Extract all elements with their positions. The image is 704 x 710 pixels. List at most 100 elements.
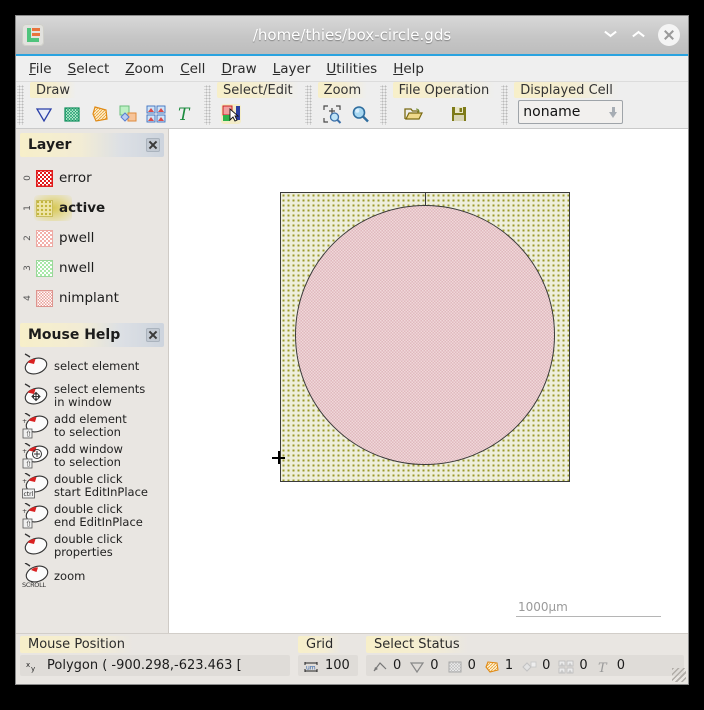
layer-panel-title: Layer	[28, 137, 72, 153]
menu-bar: File Select Zoom Cell Draw Layer Utiliti…	[16, 56, 688, 82]
toolbar-zoom-label: Zoom	[317, 82, 368, 98]
layer-row-nwell[interactable]: 3 nwell	[16, 253, 168, 283]
svg-text:T: T	[178, 105, 191, 124]
mouse-position-value: Polygon ( -900.298,-623.463 [	[47, 658, 242, 673]
svg-text:ctrl: ctrl	[24, 491, 34, 498]
circle-shape[interactable]	[295, 205, 555, 465]
menu-utilities[interactable]: Utilities	[319, 58, 384, 80]
array-count: 0	[579, 658, 588, 673]
draw-text-icon[interactable]: T	[174, 104, 194, 125]
window-controls	[602, 24, 680, 46]
mouse-shift-left-click-icon: + ⇧	[22, 412, 52, 439]
resize-grip-icon[interactable]	[672, 668, 686, 682]
mouse-position-content: xy Polygon ( -900.298,-623.463 [	[20, 655, 290, 676]
box-icon	[447, 659, 463, 673]
toolbar-drag-handle[interactable]	[304, 85, 312, 125]
menu-help[interactable]: Help	[386, 58, 431, 80]
chevron-down-icon	[605, 31, 616, 38]
menu-draw[interactable]: Draw	[214, 58, 263, 80]
mouse-shift-double-click-icon: + ⇧	[22, 502, 52, 529]
menu-zoom[interactable]: Zoom	[118, 58, 171, 80]
select-edit-icon[interactable]	[221, 104, 241, 124]
xy-coordinate-icon: xy	[26, 659, 42, 673]
displayed-cell-combo[interactable]: noname	[518, 100, 624, 124]
draw-cell-reference-icon[interactable]	[118, 104, 138, 124]
mouse-ctrl-double-click-icon: + ctrl	[22, 472, 52, 499]
scale-bar-line	[516, 616, 661, 617]
toolbar-displayed-cell: Displayed Cell noname	[509, 82, 632, 128]
mouse-left-click-icon	[22, 353, 52, 379]
svg-text:+: +	[22, 478, 27, 485]
svg-text:+: +	[22, 508, 27, 515]
mouse-position-group: Mouse Position xy Polygon ( -900.298,-62…	[16, 634, 294, 684]
mouse-help-item: + ⇧ add element to selection	[16, 411, 168, 441]
layer-swatch[interactable]	[36, 259, 53, 277]
layer-swatch[interactable]	[36, 199, 53, 217]
layer-swatch[interactable]	[36, 229, 53, 247]
save-floppy-icon[interactable]	[449, 104, 469, 124]
toolbar-file-operation: File Operation	[388, 82, 501, 128]
menu-file[interactable]: File	[22, 58, 59, 80]
draw-polygon-icon[interactable]	[34, 104, 54, 124]
mouse-help-text: add window to selection	[54, 442, 123, 469]
toolbar-select-edit-label: Select/Edit	[217, 82, 299, 98]
select-status-content: 0 0 0 1 0 0 T 0	[366, 655, 684, 676]
toolbar-select-edit: Select/Edit	[212, 82, 304, 128]
toolbar-file-operation-label: File Operation	[392, 82, 496, 98]
layer-row-error[interactable]: 0 error	[16, 163, 168, 193]
draw-box-icon[interactable]	[62, 104, 82, 124]
grid-value: 100	[325, 658, 350, 673]
toolbar-drag-handle[interactable]	[501, 85, 509, 125]
main-area: Layer 0 error 1 active 2 pwell 3 nwell 4…	[16, 129, 688, 633]
path-count: 0	[393, 658, 402, 673]
polygon-count: 0	[430, 658, 439, 673]
mouse-help-item: select element	[16, 351, 168, 381]
toolbar-area: Draw T Select/Edit Zoom File Operation D…	[16, 82, 688, 129]
open-folder-icon[interactable]	[403, 104, 423, 124]
svg-text:⇧: ⇧	[25, 430, 32, 439]
text-icon: T	[596, 659, 612, 676]
grid-ruler-icon: um	[304, 659, 320, 673]
sidebar: Layer 0 error 1 active 2 pwell 3 nwell 4…	[16, 129, 168, 633]
application-window: /home/thies/box-circle.gds File Select Z…	[16, 16, 688, 684]
panel-close-icon[interactable]	[146, 138, 160, 152]
grid-group: Grid um 100	[294, 634, 362, 684]
layer-list: 0 error 1 active 2 pwell 3 nwell 4 nimpl…	[16, 159, 168, 315]
layer-row-pwell[interactable]: 2 pwell	[16, 223, 168, 253]
displayed-cell-value: noname	[523, 104, 581, 120]
mouse-help-text: double click properties	[54, 532, 123, 559]
layer-index: 1	[23, 205, 33, 211]
layer-row-nimplant[interactable]: 4 nimplant	[16, 283, 168, 313]
layer-name: nimplant	[59, 290, 119, 306]
zoom-magnifier-icon[interactable]	[350, 104, 370, 124]
menu-cell[interactable]: Cell	[173, 58, 212, 80]
minimize-button[interactable]	[602, 26, 620, 44]
menu-select[interactable]: Select	[61, 58, 117, 80]
close-button[interactable]	[658, 24, 680, 46]
crosshair-cursor	[272, 451, 285, 464]
svg-text:x: x	[26, 661, 30, 669]
panel-close-icon[interactable]	[146, 328, 160, 342]
circle-icon	[484, 659, 500, 673]
draw-array-icon[interactable]	[146, 104, 166, 124]
draw-path-icon[interactable]	[90, 104, 110, 124]
toolbar-displayed-cell-label: Displayed Cell	[514, 82, 619, 98]
maximize-button[interactable]	[630, 26, 648, 44]
toolbar-drag-handle[interactable]	[17, 85, 24, 125]
mouse-help-item: SCROLL zoom	[16, 561, 168, 591]
layout-editor-icon	[22, 24, 44, 46]
mouse-help-text: double click end EditInPlace	[54, 502, 143, 529]
layer-swatch[interactable]	[36, 169, 53, 187]
toolbar-drag-handle[interactable]	[379, 85, 387, 125]
svg-text:SCROLL: SCROLL	[22, 581, 46, 589]
menu-layer[interactable]: Layer	[266, 58, 318, 80]
toolbar-drag-handle[interactable]	[204, 85, 211, 125]
layer-panel-header: Layer	[20, 133, 164, 157]
toolbar-zoom: Zoom	[313, 82, 379, 128]
layer-row-active[interactable]: 1 active	[16, 193, 168, 223]
layer-swatch[interactable]	[36, 289, 53, 307]
layout-canvas[interactable]: 1000µm	[168, 129, 688, 633]
svg-text:+: +	[22, 448, 27, 455]
zoom-fit-icon[interactable]	[322, 104, 342, 124]
title-bar[interactable]: /home/thies/box-circle.gds	[16, 16, 688, 56]
